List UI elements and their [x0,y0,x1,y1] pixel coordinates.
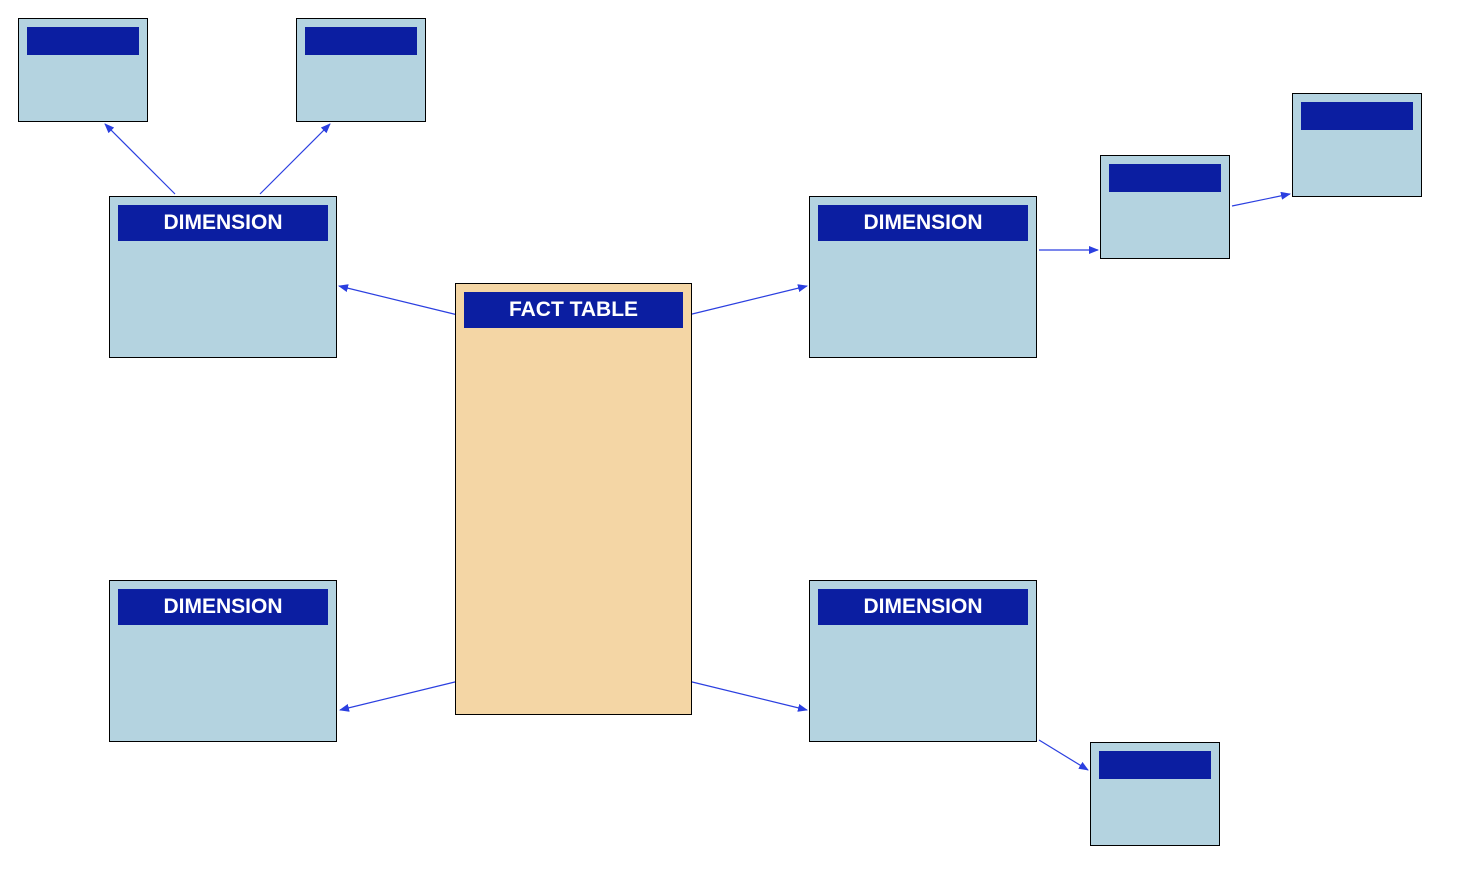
dimension-header: DIMENSION [118,589,328,625]
arrow [260,124,330,194]
sub-box [18,18,148,122]
dimension-header: DIMENSION [818,589,1028,625]
dimension-box-bottom-left: DIMENSION [109,580,337,742]
dimension-box-bottom-right: DIMENSION [809,580,1037,742]
dimension-header: DIMENSION [118,205,328,241]
sub-box [1292,93,1422,197]
arrow [340,680,463,710]
arrow [684,286,807,316]
arrow-layer [0,0,1459,881]
sub-box [1100,155,1230,259]
arrow [339,286,462,316]
fact-table-header: FACT TABLE [464,292,683,328]
fact-table-box: FACT TABLE [455,283,692,715]
arrow [1039,740,1088,770]
sub-box-header [27,27,139,55]
sub-box-header [1301,102,1413,130]
sub-box-header [305,27,417,55]
dimension-header: DIMENSION [818,205,1028,241]
sub-box [296,18,426,122]
arrow [1232,194,1290,206]
dimension-box-top-left: DIMENSION [109,196,337,358]
dimension-box-top-right: DIMENSION [809,196,1037,358]
sub-box-header [1099,751,1211,779]
arrow [684,680,807,710]
sub-box [1090,742,1220,846]
sub-box-header [1109,164,1221,192]
arrow [105,124,175,194]
